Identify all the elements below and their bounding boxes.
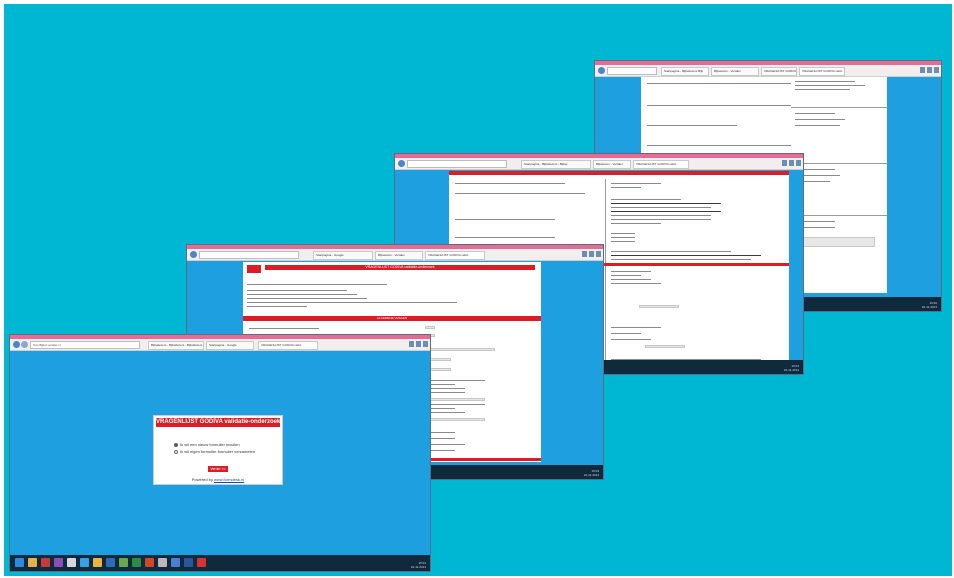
window-2-clock: 15:03 22-11-2014: [583, 469, 599, 477]
window-2-logo: [247, 265, 261, 273]
browser-window-front: Stro Bijbel vertaler.nl Bijbellezers - B…: [9, 334, 431, 572]
window-2-address-bar[interactable]: [199, 251, 299, 259]
option-existing-form-label: Ik wil eigen formulier formulier verzame…: [180, 449, 255, 454]
window-3-tab-2[interactable]: Bijbelezen - Vertaler: [593, 160, 631, 169]
internet-explorer-icon[interactable]: [80, 558, 89, 567]
window-4-tab-3[interactable]: VRAGENLIJST GODIVA valid...: [761, 67, 797, 76]
star-icon[interactable]: [416, 341, 421, 347]
window-4-side-panel: [791, 77, 887, 293]
option-existing-form[interactable]: Ik wil eigen formulier formulier verzame…: [174, 449, 255, 454]
window-4-address-bar[interactable]: [607, 67, 657, 75]
window-4-tab-2[interactable]: Bijbelezen - Vertaler: [711, 67, 759, 76]
gear-icon[interactable]: [934, 67, 939, 73]
option-new-form[interactable]: Ik wil een nieuw formulier invullen: [174, 442, 240, 447]
window-2-tabbar: Startpagina - Google Bijbelezen - Vertal…: [187, 249, 603, 261]
acrobat-icon[interactable]: [197, 558, 206, 567]
start-dialog: VRAGENLIJST GODIVA validatie-onderzoek I…: [153, 415, 283, 485]
back-icon[interactable]: [398, 160, 405, 167]
word-icon[interactable]: [184, 558, 193, 567]
chrome-icon[interactable]: [93, 558, 102, 567]
front-clock: 15:01 22-11-2014: [410, 561, 426, 569]
gear-icon[interactable]: [796, 160, 801, 166]
folder-icon[interactable]: [28, 558, 37, 567]
window-2-tab-1[interactable]: Startpagina - Google: [313, 251, 373, 260]
excel-icon[interactable]: [132, 558, 141, 567]
gear-icon[interactable]: [423, 341, 428, 347]
window-3-tab-1[interactable]: Startpagina - Bijbellezers - Bijbel: [521, 160, 591, 169]
back-icon[interactable]: [190, 251, 197, 258]
formdesk-link[interactable]: www.formdesk.nl: [214, 477, 244, 482]
window-2-tab-3[interactable]: VRAGENLIJST GODIVA valid...: [425, 251, 485, 260]
app-grey-icon[interactable]: [158, 558, 167, 567]
back-icon[interactable]: [13, 341, 20, 348]
window-2-input-a[interactable]: [425, 348, 495, 351]
media-icon[interactable]: [119, 558, 128, 567]
window-3-tabbar: Startpagina - Bijbellezers - Bijbel Bijb…: [395, 158, 803, 170]
next-button[interactable]: Verder >>: [208, 466, 228, 472]
home-icon[interactable]: [582, 251, 587, 257]
option-new-form-label: Ik wil een nieuw formulier invullen: [180, 442, 240, 447]
star-icon[interactable]: [589, 251, 594, 257]
window-4-tab-1[interactable]: Startpagina - Bijbellezers Bijb: [661, 67, 709, 76]
window-3-clock: 15:04 22-11-2014: [783, 364, 799, 372]
window-3-address-bar[interactable]: [407, 160, 507, 168]
window-4-tabbar: Startpagina - Bijbellezers Bijb Bijbelez…: [595, 65, 941, 77]
app-purple-icon[interactable]: [54, 558, 63, 567]
back-icon[interactable]: [598, 67, 605, 74]
front-tab-3[interactable]: VRAGENLIJST GODIVA valid...: [258, 341, 318, 350]
home-icon[interactable]: [409, 341, 414, 347]
front-taskbar: 15:01 22-11-2014: [10, 555, 430, 571]
window-4-clock: 15:06 22-11-2014: [921, 301, 937, 309]
powerpoint-icon[interactable]: [145, 558, 154, 567]
home-icon[interactable]: [782, 160, 787, 166]
star-icon[interactable]: [789, 160, 794, 166]
radio-empty-icon[interactable]: [174, 449, 178, 454]
window-4-tab-4[interactable]: VRAGENLIJST GODIVA valid...: [799, 67, 845, 76]
outlook-icon[interactable]: [106, 558, 115, 567]
window-3-section-bar: [449, 171, 789, 175]
star-icon[interactable]: [927, 67, 932, 73]
forward-icon[interactable]: [21, 341, 28, 348]
desktop-collage: Startpagina - Bijbellezers Bijb Bijbelez…: [4, 4, 952, 576]
app-red-icon[interactable]: [41, 558, 50, 567]
window-2-section-bar: ALGEMENE VRAGEN: [243, 316, 541, 321]
window-2-header-bar: VRAGENLIJST GODIVA validatie-onderzoek: [265, 265, 535, 270]
dialog-title: VRAGENLIJST GODIVA validatie-onderzoek: [156, 418, 280, 427]
gear-icon[interactable]: [596, 251, 601, 257]
window-2-tab-2[interactable]: Bijbelezen - Vertaler: [375, 251, 423, 260]
front-tab-1[interactable]: Bijbellezers - Bijbellezers - Bijbelleze…: [148, 341, 204, 350]
home-icon[interactable]: [920, 67, 925, 73]
app-blue-icon[interactable]: [171, 558, 180, 567]
front-address-bar[interactable]: Stro Bijbel vertaler.nl: [30, 341, 140, 349]
windows-start-icon[interactable]: [15, 558, 24, 567]
window-3-tab-3[interactable]: VRAGENLIJST GODIVA valid...: [633, 160, 689, 169]
front-tab-2[interactable]: Startpagina - Google: [206, 341, 254, 350]
powered-by: Powered by www.formdesk.nl: [191, 477, 245, 482]
radio-selected-icon[interactable]: [174, 442, 178, 447]
store-icon[interactable]: [67, 558, 76, 567]
front-tabbar: Stro Bijbel vertaler.nl Bijbellezers - B…: [10, 339, 430, 351]
